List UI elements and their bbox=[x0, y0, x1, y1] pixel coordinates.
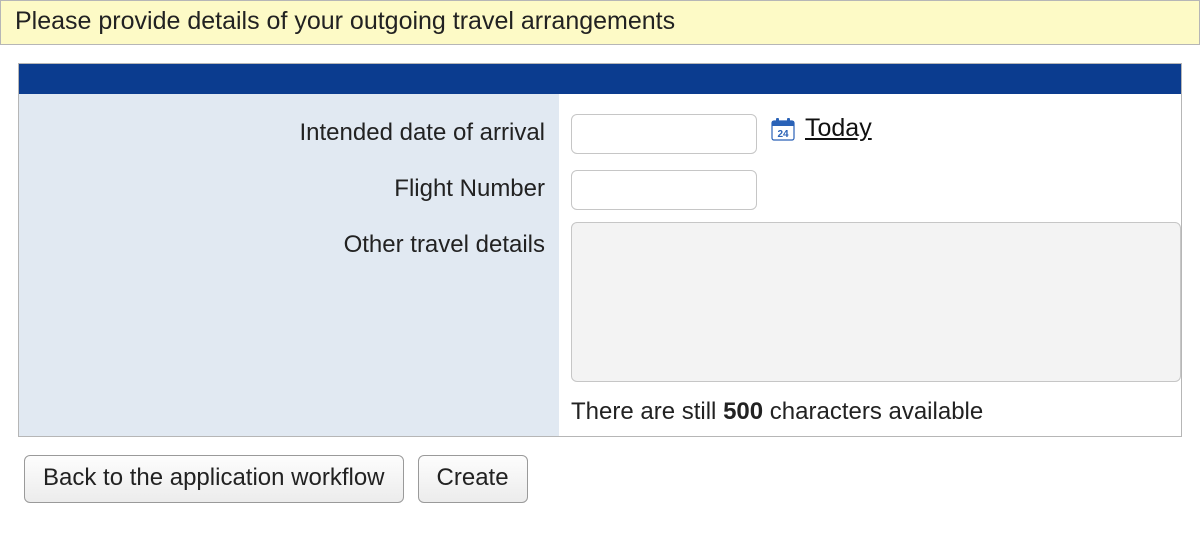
button-row: Back to the application workflow Create bbox=[24, 455, 1200, 503]
input-column: 24 Today There are still 500 characters … bbox=[559, 94, 1181, 436]
row-other-details: There are still 500 characters available bbox=[571, 226, 1181, 426]
form-container: Intended date of arrival Flight Number O… bbox=[18, 63, 1182, 437]
character-counter: There are still 500 characters available bbox=[571, 398, 1181, 426]
arrival-date-input[interactable] bbox=[571, 114, 757, 154]
form-header-bar bbox=[19, 64, 1181, 94]
row-flight-number bbox=[571, 170, 1181, 226]
char-counter-prefix: There are still bbox=[571, 398, 723, 425]
instruction-banner: Please provide details of your outgoing … bbox=[0, 0, 1200, 45]
char-counter-count: 500 bbox=[723, 398, 763, 425]
calendar-icon[interactable]: 24 bbox=[771, 117, 795, 141]
row-arrival-date: 24 Today bbox=[571, 114, 1181, 170]
create-button[interactable]: Create bbox=[418, 455, 528, 503]
today-link[interactable]: Today bbox=[805, 114, 872, 143]
form-body: Intended date of arrival Flight Number O… bbox=[19, 94, 1181, 436]
instruction-banner-text: Please provide details of your outgoing … bbox=[15, 7, 675, 35]
label-arrival-date: Intended date of arrival bbox=[19, 116, 545, 172]
date-picker-extras: 24 Today bbox=[771, 114, 872, 143]
svg-text:24: 24 bbox=[777, 129, 789, 140]
label-flight-number: Flight Number bbox=[19, 172, 545, 228]
flight-number-input[interactable] bbox=[571, 170, 757, 210]
travel-form-page: Please provide details of your outgoing … bbox=[0, 0, 1200, 503]
back-button[interactable]: Back to the application workflow bbox=[24, 455, 404, 503]
label-other-details: Other travel details bbox=[19, 228, 545, 284]
other-details-textarea[interactable] bbox=[571, 222, 1181, 382]
label-column: Intended date of arrival Flight Number O… bbox=[19, 94, 559, 436]
char-counter-suffix: characters available bbox=[763, 398, 983, 425]
